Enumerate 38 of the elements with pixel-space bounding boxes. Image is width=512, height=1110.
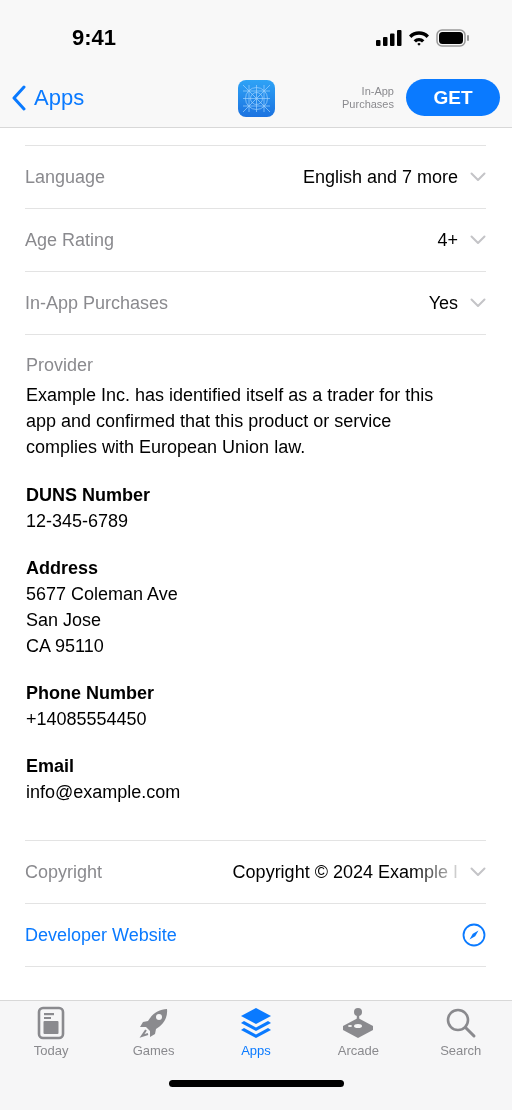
app-icon: [238, 80, 275, 117]
field-value: info@example.com: [26, 781, 182, 804]
info-row[interactable]: In-App Purchases Yes: [25, 272, 486, 335]
field-title: Phone Number: [26, 682, 155, 705]
get-button[interactable]: GET: [406, 79, 500, 116]
field-value: CA 95110: [26, 635, 105, 658]
info-value: English and 7 more: [302, 166, 458, 188]
field-title: Email: [26, 755, 76, 778]
field-title: Address: [26, 557, 100, 580]
back-chevron-icon: [12, 84, 26, 111]
info-row[interactable]: Language English and 7 more: [25, 145, 486, 209]
field-value: San Jose: [26, 609, 103, 632]
field-value: 12-345-6789: [26, 510, 130, 533]
battery-icon: [436, 29, 470, 47]
provider-label: Provider: [26, 355, 95, 376]
info-row[interactable]: Age Rating 4+: [25, 209, 486, 272]
back-link[interactable]: Apps: [12, 84, 85, 111]
apps-tab[interactable]: Apps: [215, 1006, 296, 1058]
info-value: Yes: [428, 292, 458, 314]
games-tab[interactable]: Games: [113, 1006, 194, 1058]
developer-website-link[interactable]: Developer Website: [25, 924, 177, 946]
today-tab[interactable]: Today: [11, 1006, 92, 1058]
signal-icon: [376, 30, 402, 46]
field-value: +14085554450: [26, 708, 148, 731]
field-title: DUNS Number: [26, 484, 151, 507]
field-value: 5677 Coleman Ave: [26, 583, 179, 606]
search-tab[interactable]: Search: [420, 1006, 501, 1058]
info-label: In-App Purchases: [25, 292, 169, 314]
provider-text: Example Inc. has identified itself as a trader for this app and confirmed that this product or service complies with European Union law.: [26, 384, 435, 459]
info-label: Language: [25, 166, 106, 188]
status-time: 9:41: [72, 25, 117, 51]
in-app-purchases-note: In-App Purchases: [341, 85, 394, 110]
compass-icon[interactable]: [462, 923, 486, 947]
arcade-tab[interactable]: Arcade: [318, 1006, 399, 1058]
copyright-label: Copyright: [25, 861, 103, 883]
wifi-icon: [408, 30, 430, 46]
info-label: Age Rating: [25, 229, 115, 251]
info-value: 4+: [437, 229, 458, 251]
